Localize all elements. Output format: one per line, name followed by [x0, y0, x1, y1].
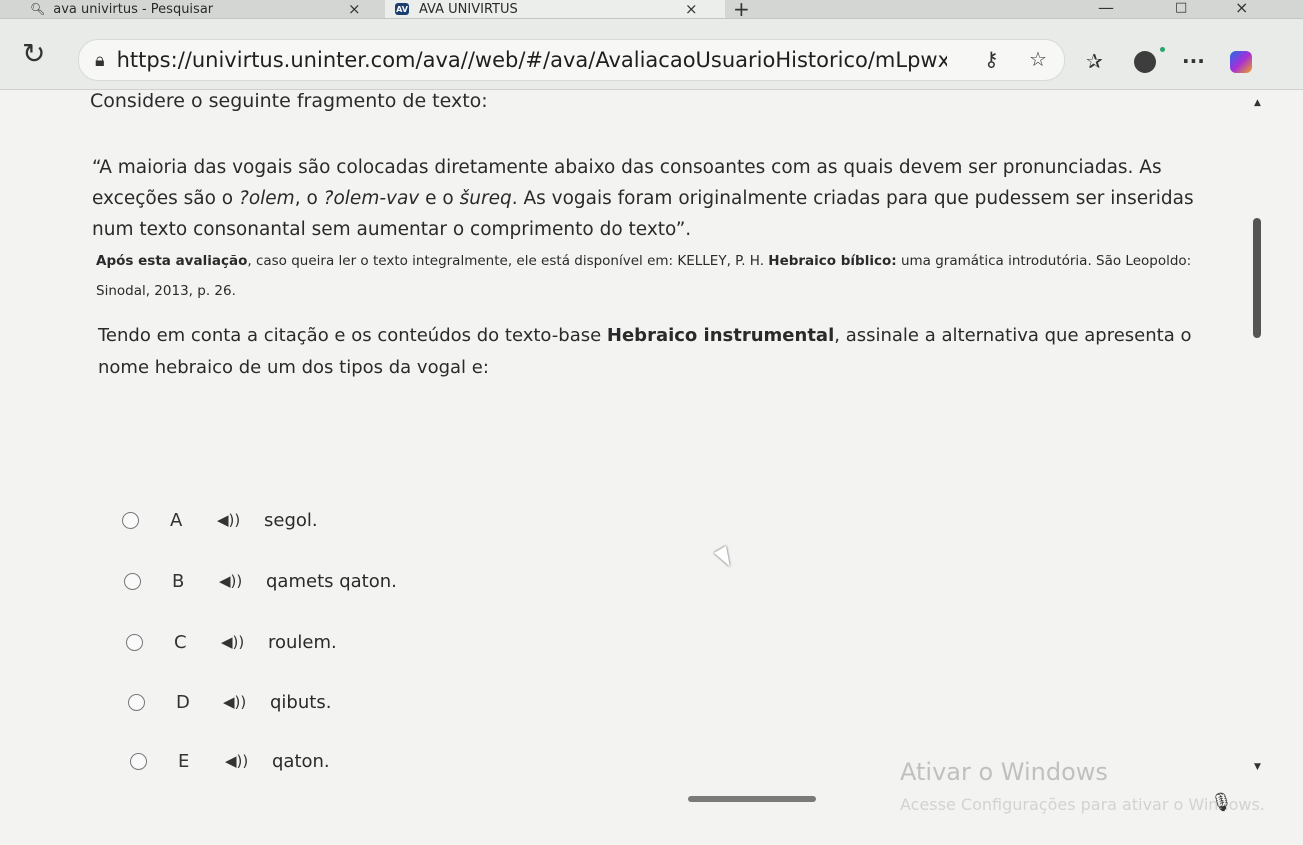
source-citation: Após esta avaliação, caso queira ler o t… — [96, 246, 1196, 306]
browser-toolbar: ↻ 🔒︎ https://univirtus.uninter.com/ava//… — [0, 19, 1303, 90]
search-icon: 🔍︎ — [30, 2, 46, 16]
prompt-bold: Hebraico instrumental — [606, 325, 835, 346]
favorites-icon[interactable]: ✰ — [1086, 49, 1103, 73]
more-icon[interactable]: ··· — [1182, 49, 1205, 73]
option-letter: B — [172, 570, 185, 592]
vertical-scrollbar[interactable] — [1248, 90, 1264, 790]
citation-bold: Hebraico bíblico: — [768, 253, 897, 269]
option-text[interactable]: roulem. — [268, 632, 337, 653]
tab-search[interactable]: 🔍︎ ava univirtus - Pesquisar × — [30, 0, 375, 18]
tab-ava-univirtus[interactable]: AV AVA UNIVIRTUS × — [385, 0, 725, 18]
scroll-down-icon[interactable]: ▼ — [1254, 762, 1261, 772]
profile-status-dot — [1160, 47, 1165, 52]
prompt-text: Tendo em conta a citação e os conteúdos … — [98, 325, 607, 346]
quote-term: šureq — [459, 188, 512, 209]
reload-icon[interactable]: ↻ — [22, 37, 45, 70]
question-prompt: Tendo em conta a citação e os conteúdos … — [98, 320, 1228, 384]
quote-fragment: “A maioria das vogais são colocadas dire… — [92, 152, 1227, 245]
radio-button[interactable] — [126, 633, 143, 651]
close-tab-icon[interactable]: × — [685, 0, 698, 18]
maximize-button[interactable]: □ — [1175, 0, 1187, 15]
page-content: Considere o seguinte fragmento de texto:… — [0, 90, 1303, 845]
speaker-icon[interactable]: ◀)) — [223, 693, 246, 711]
speaker-icon[interactable]: ◀)) — [219, 572, 242, 590]
copilot-icon[interactable] — [1230, 51, 1252, 73]
speaker-icon[interactable]: ◀)) — [225, 752, 248, 770]
scrollbar-thumb[interactable] — [1253, 218, 1261, 338]
microphone-icon[interactable]: 🎙︎ — [1210, 792, 1233, 813]
option-d[interactable]: D ◀)) qibuts. — [128, 687, 331, 717]
option-text[interactable]: segol. — [264, 510, 318, 531]
scroll-up-icon[interactable]: ▲ — [1254, 98, 1261, 108]
radio-button[interactable] — [122, 511, 139, 529]
question-intro: Considere o seguinte fragmento de texto: — [90, 90, 488, 112]
lock-icon[interactable]: 🔒︎ — [95, 50, 105, 71]
address-bar[interactable]: 🔒︎ https://univirtus.uninter.com/ava//we… — [78, 39, 1065, 81]
minimize-button[interactable]: — — [1098, 0, 1114, 17]
radio-button[interactable] — [130, 752, 147, 770]
quote-text: e o — [419, 188, 460, 209]
quote-term: ?olem — [239, 188, 295, 209]
horizontal-scrollbar-thumb[interactable] — [688, 796, 816, 802]
citation-bold: Após esta avaliação — [96, 253, 248, 269]
ava-favicon-icon: AV — [395, 3, 409, 15]
url-text[interactable]: https://univirtus.uninter.com/ava//web/#… — [117, 48, 947, 72]
radio-button[interactable] — [124, 572, 141, 590]
option-text[interactable]: qaton. — [272, 751, 330, 772]
option-text[interactable]: qibuts. — [270, 692, 331, 713]
option-b[interactable]: B ◀)) qamets qaton. — [124, 566, 397, 596]
option-a[interactable]: A ◀)) segol. — [122, 505, 318, 535]
new-tab-button[interactable]: + — [733, 0, 750, 21]
option-letter: A — [170, 509, 183, 531]
option-letter: D — [176, 691, 190, 713]
quote-text: , o — [294, 188, 324, 209]
close-tab-icon[interactable]: × — [348, 0, 361, 18]
quote-term: ?olem-vav — [323, 188, 420, 209]
close-window-button[interactable]: × — [1235, 0, 1248, 17]
tab-title: ava univirtus - Pesquisar — [53, 1, 214, 17]
option-letter: E — [178, 750, 190, 772]
speaker-icon[interactable]: ◀)) — [217, 511, 240, 529]
option-c[interactable]: C ◀)) roulem. — [126, 627, 337, 657]
tab-title: AVA UNIVIRTUS — [419, 1, 518, 17]
mouse-cursor-icon — [713, 545, 737, 571]
star-icon[interactable]: ☆ — [1029, 47, 1047, 71]
option-text[interactable]: qamets qaton. — [266, 571, 397, 592]
radio-button[interactable] — [128, 693, 145, 711]
option-letter: C — [174, 631, 187, 653]
citation-text: , caso queira ler o texto integralmente,… — [247, 253, 769, 269]
windows-activation-watermark: Ativar o Windows — [900, 758, 1108, 786]
option-e[interactable]: E ◀)) qaton. — [130, 746, 330, 776]
key-icon[interactable]: ⚷ — [984, 47, 999, 71]
profile-icon[interactable] — [1134, 51, 1156, 73]
speaker-icon[interactable]: ◀)) — [221, 633, 244, 651]
tab-bar: 🔍︎ ava univirtus - Pesquisar × AV AVA UN… — [0, 0, 1303, 21]
